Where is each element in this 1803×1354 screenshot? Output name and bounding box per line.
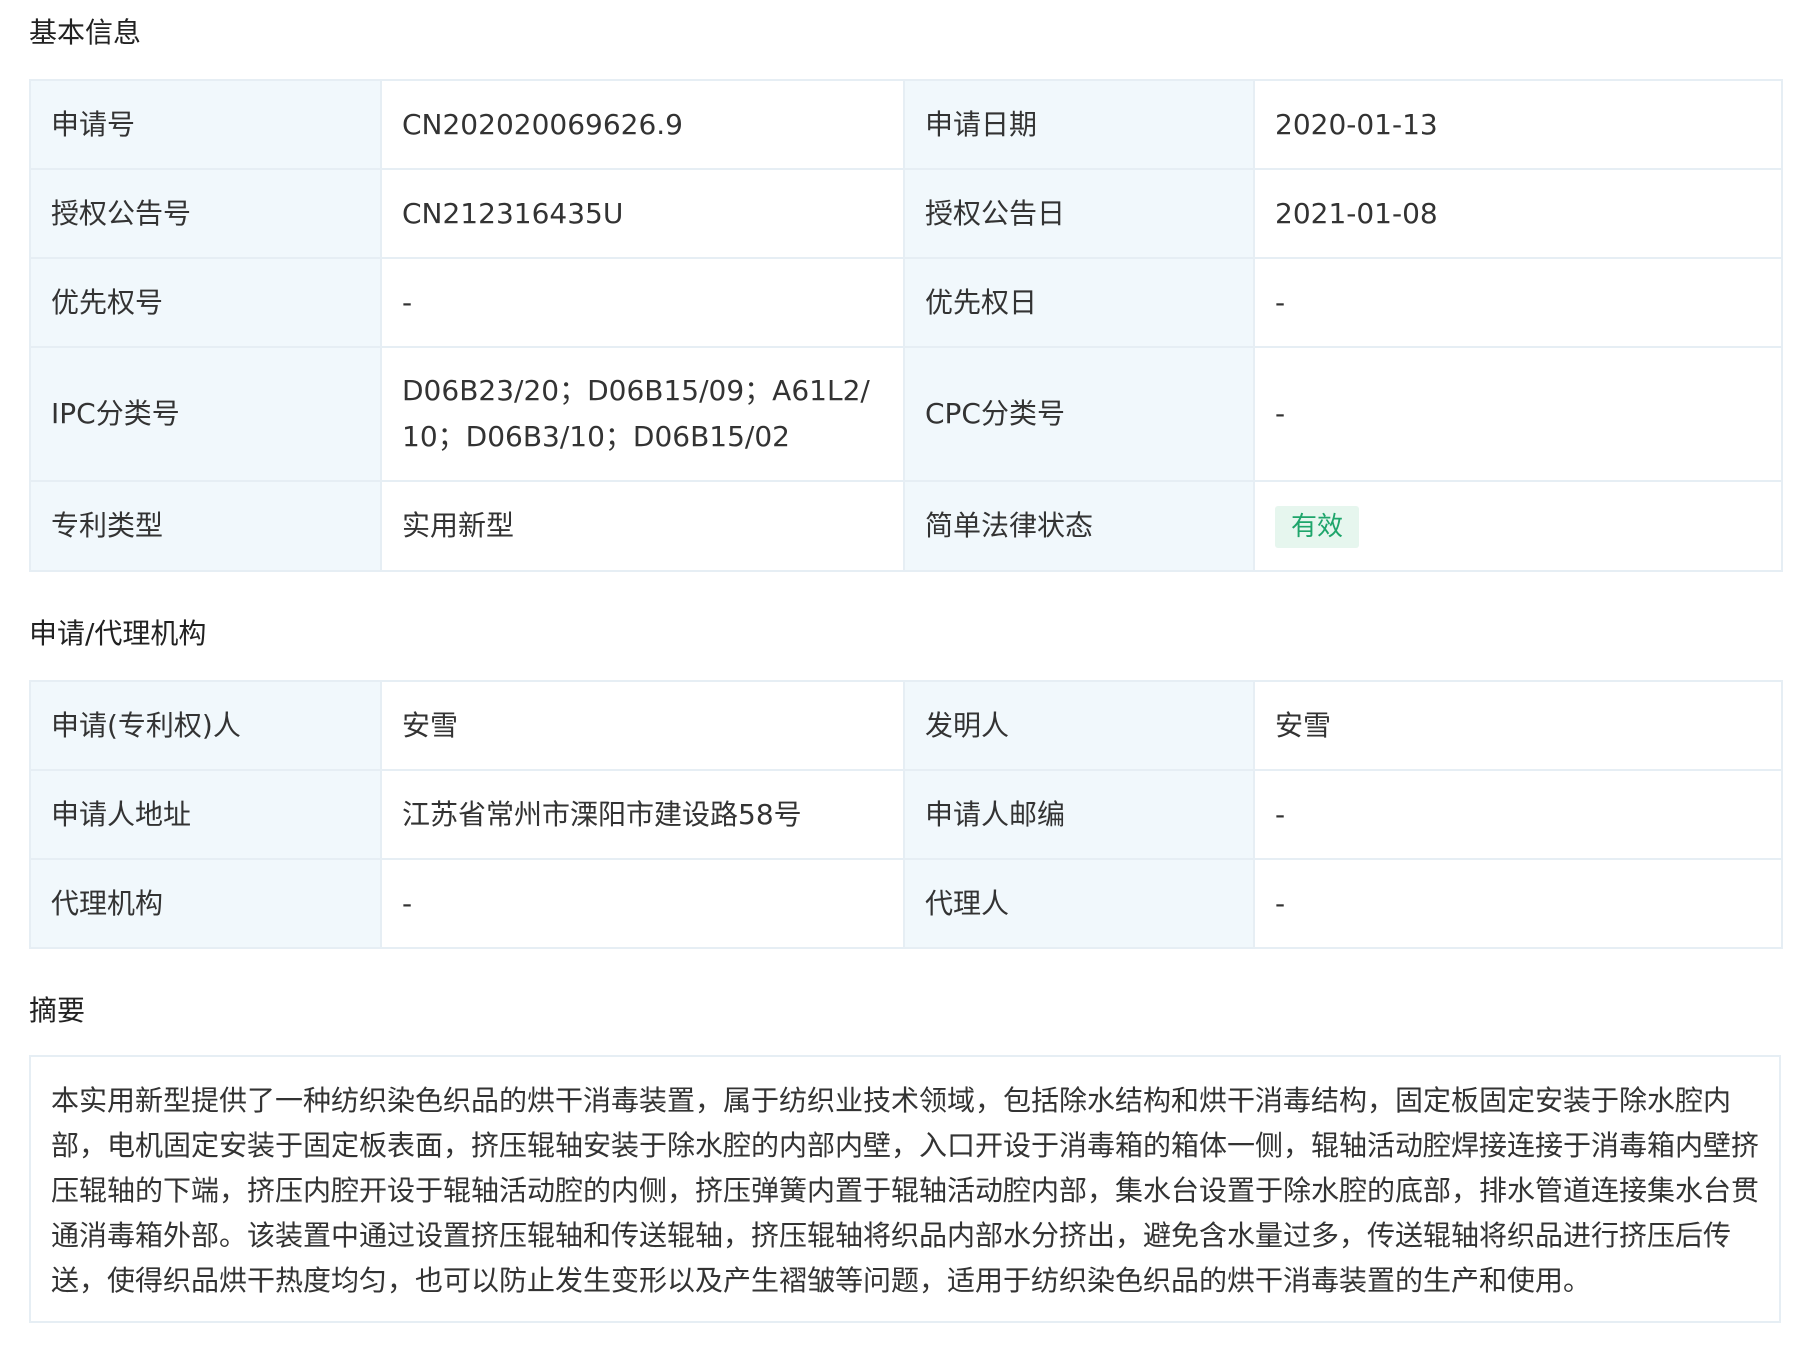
section-title-abstract: 摘要 — [29, 994, 86, 1027]
application-date-label: 申请日期 — [903, 79, 1255, 170]
application-number-label: 申请号 — [29, 79, 382, 170]
priority-number-label: 优先权号 — [29, 257, 382, 348]
applicant-value: 安雪 — [380, 680, 905, 771]
table-row: 代理机构 - 代理人 - — [29, 858, 1783, 949]
ipc-class-label: IPC分类号 — [29, 346, 382, 482]
grant-number-label: 授权公告号 — [29, 168, 382, 259]
applicant-zip-label: 申请人邮编 — [903, 769, 1255, 860]
agency-label: 代理机构 — [29, 858, 382, 949]
agency-value: - — [380, 858, 905, 949]
priority-date-value: - — [1253, 257, 1783, 348]
priority-number-value: - — [380, 257, 905, 348]
table-row: 申请人地址 江苏省常州市溧阳市建设路58号 申请人邮编 - — [29, 769, 1783, 860]
grant-number-value: CN212316435U — [380, 168, 905, 259]
table-row: 申请号 CN202020069626.9 申请日期 2020-01-13 — [29, 79, 1783, 170]
section-title-basic-info: 基本信息 — [29, 16, 142, 49]
section-title-applicant-agency: 申请/代理机构 — [29, 617, 207, 650]
legal-status-cell: 有效 — [1253, 480, 1783, 572]
table-row: IPC分类号 D06B23/20；D06B15/09；A61L2/10；D06B… — [29, 346, 1783, 482]
table-row: 专利类型 实用新型 简单法律状态 有效 — [29, 480, 1783, 572]
applicant-zip-value: - — [1253, 769, 1783, 860]
applicant-label: 申请(专利权)人 — [29, 680, 382, 771]
cpc-class-value: - — [1253, 346, 1783, 482]
legal-status-label: 简单法律状态 — [903, 480, 1255, 572]
patent-type-value: 实用新型 — [380, 480, 905, 572]
abstract-text: 本实用新型提供了一种纺织染色织品的烘干消毒装置，属于纺织业技术领域，包括除水结构… — [29, 1055, 1781, 1323]
table-row: 优先权号 - 优先权日 - — [29, 257, 1783, 348]
inventor-value: 安雪 — [1253, 680, 1783, 771]
agent-label: 代理人 — [903, 858, 1255, 949]
priority-date-label: 优先权日 — [903, 257, 1255, 348]
basic-info-table: 申请号 CN202020069626.9 申请日期 2020-01-13 授权公… — [29, 79, 1783, 572]
patent-type-label: 专利类型 — [29, 480, 382, 572]
applicant-address-value: 江苏省常州市溧阳市建设路58号 — [380, 769, 905, 860]
application-date-value: 2020-01-13 — [1253, 79, 1783, 170]
application-number-value: CN202020069626.9 — [380, 79, 905, 170]
grant-date-value: 2021-01-08 — [1253, 168, 1783, 259]
ipc-class-value: D06B23/20；D06B15/09；A61L2/10；D06B3/10；D0… — [380, 346, 905, 482]
patent-detail-page: 基本信息 申请号 CN202020069626.9 申请日期 2020-01-1… — [0, 0, 1803, 1354]
status-badge: 有效 — [1275, 506, 1360, 548]
inventor-label: 发明人 — [903, 680, 1255, 771]
agent-value: - — [1253, 858, 1783, 949]
table-row: 授权公告号 CN212316435U 授权公告日 2021-01-08 — [29, 168, 1783, 259]
applicant-agency-table: 申请(专利权)人 安雪 发明人 安雪 申请人地址 江苏省常州市溧阳市建设路58号… — [29, 680, 1783, 949]
grant-date-label: 授权公告日 — [903, 168, 1255, 259]
cpc-class-label: CPC分类号 — [903, 346, 1255, 482]
applicant-address-label: 申请人地址 — [29, 769, 382, 860]
table-row: 申请(专利权)人 安雪 发明人 安雪 — [29, 680, 1783, 771]
